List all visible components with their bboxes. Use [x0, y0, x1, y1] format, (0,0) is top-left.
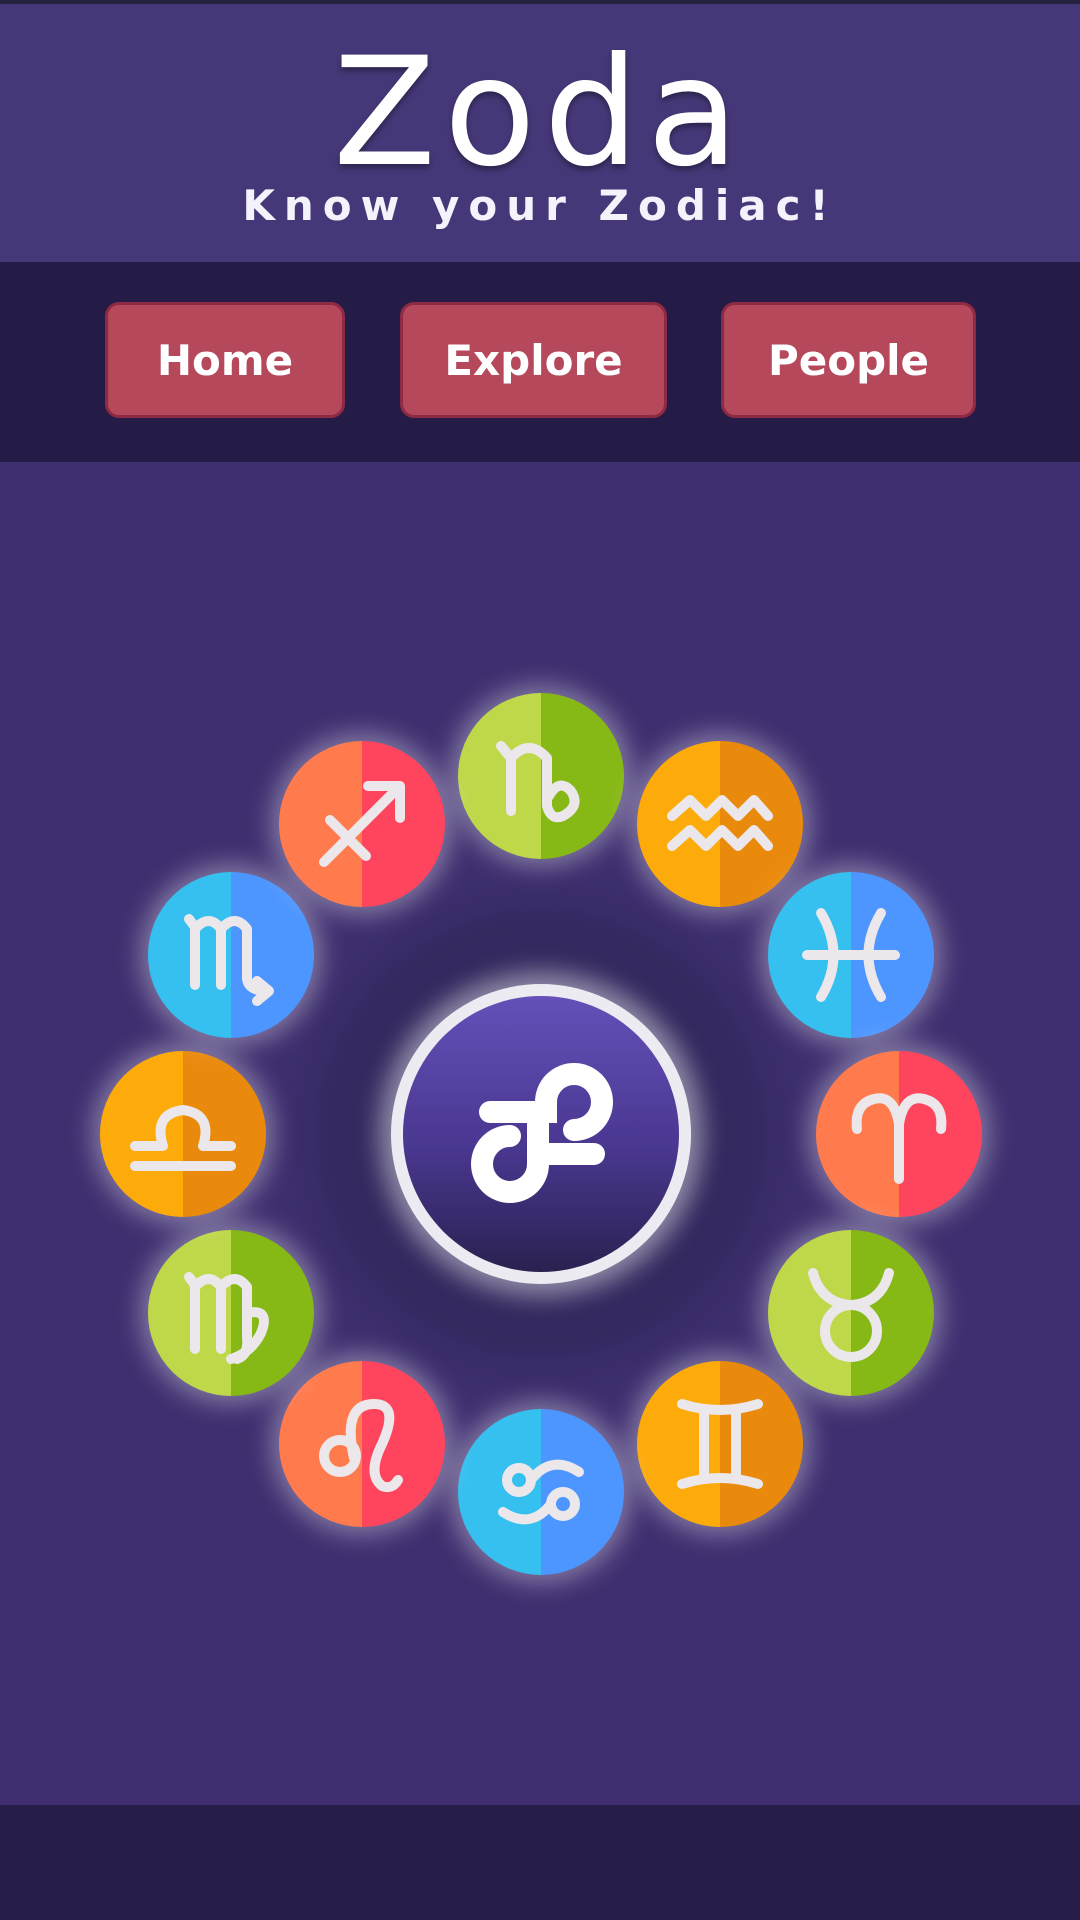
zodiac-sign-aquarius[interactable]	[629, 733, 811, 915]
zodiac-sign-virgo[interactable]	[140, 1222, 322, 1404]
nav-home-button[interactable]: Home	[105, 302, 345, 418]
zodiac-sign-libra[interactable]	[92, 1043, 274, 1225]
zodiac-sign-gemini[interactable]	[629, 1353, 811, 1535]
footer-bar	[0, 1805, 1080, 1920]
zodiac-sign-sagittarius[interactable]	[271, 733, 453, 915]
zodiac-sign-taurus[interactable]	[760, 1222, 942, 1404]
zodiac-sign-scorpio[interactable]	[140, 864, 322, 1046]
nav-bar: Home Explore People	[0, 262, 1080, 462]
zodiac-sign-pisces[interactable]	[760, 864, 942, 1046]
app-subtitle: Know your Zodiac!	[242, 181, 838, 230]
zodiac-wheel	[92, 685, 990, 1583]
app-title: Zoda	[333, 26, 747, 200]
nav-explore-button[interactable]: Explore	[400, 302, 667, 418]
zodiac-sign-capricorn[interactable]	[450, 685, 632, 867]
nav-people-button[interactable]: People	[721, 302, 976, 418]
zodiac-sign-leo[interactable]	[271, 1353, 453, 1535]
app-header: Zoda Know your Zodiac!	[0, 4, 1080, 262]
center-sign[interactable]	[379, 972, 703, 1296]
main-content	[0, 462, 1080, 1805]
zodiac-sign-aries[interactable]	[808, 1043, 990, 1225]
zodiac-sign-cancer[interactable]	[450, 1401, 632, 1583]
